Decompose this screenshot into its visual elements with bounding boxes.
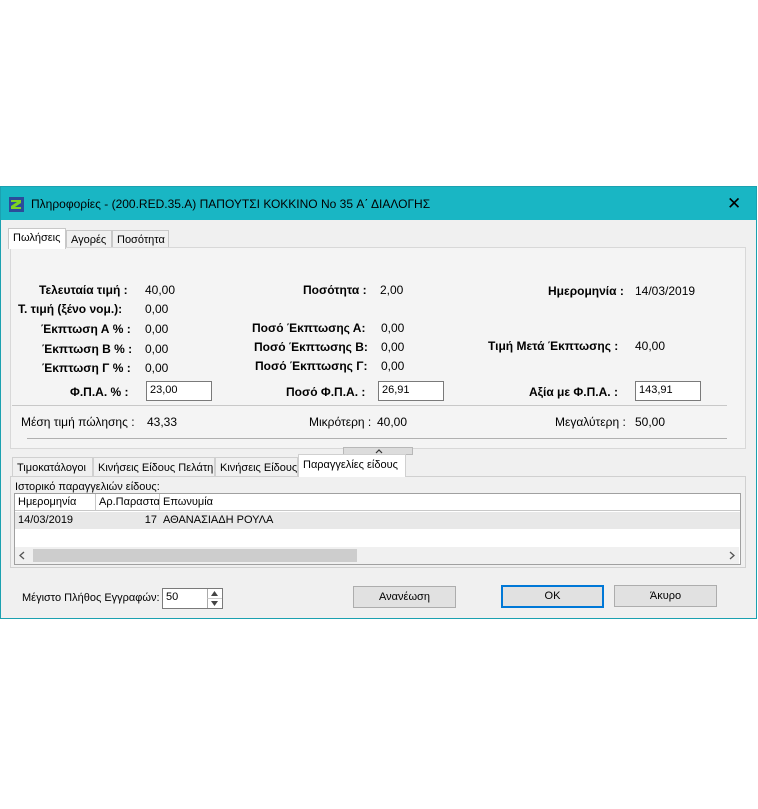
discount-amount-b-label: Ποσό Έκπτωσης Β:: [254, 340, 368, 354]
column-header-date[interactable]: Ημερομηνία: [15, 494, 96, 511]
table-row-cell-doc-no[interactable]: 17: [96, 512, 160, 529]
subtab-item-movements[interactable]: Κινήσεις Είδους: [215, 457, 298, 477]
close-button[interactable]: ✕: [712, 187, 756, 220]
value-with-vat-label: Αξία με Φ.Π.Α. :: [529, 385, 618, 399]
close-icon: ✕: [727, 194, 742, 213]
tab-sales[interactable]: Πωλήσεις: [8, 228, 66, 249]
column-header-name[interactable]: Επωνυμία: [160, 494, 740, 511]
date-label: Ημερομηνία :: [548, 284, 624, 298]
table-row-cell-date[interactable]: 14/03/2019: [15, 512, 96, 529]
ok-button[interactable]: OK: [501, 585, 604, 608]
tab-purchases[interactable]: Αγορές: [66, 230, 112, 248]
triangle-down-icon: [211, 601, 218, 606]
max-records-value: 50: [166, 591, 179, 603]
divider: [12, 405, 727, 406]
discount-amount-a-value: 0,00: [381, 321, 405, 335]
discount-amount-c-value: 0,00: [381, 359, 405, 373]
discount-b-value: 0,00: [145, 342, 169, 356]
max-price-label: Μεγαλύτερη :: [555, 415, 626, 429]
stepper-up-button[interactable]: [207, 589, 222, 599]
discount-a-value: 0,00: [145, 322, 169, 336]
min-price-value: 40,00: [377, 415, 408, 429]
vat-percent-label: Φ.Π.Α. % :: [70, 385, 129, 399]
info-dialog: Πληροφορίες - (200.RED.35.A) ΠΑΠΟΥΤΣΙ ΚΟ…: [0, 186, 757, 619]
discount-amount-b-value: 0,00: [381, 340, 405, 354]
chevron-left-icon[interactable]: [18, 551, 26, 560]
date-value: 14/03/2019: [635, 284, 696, 298]
discount-amount-c-label: Ποσό Έκπτωσης Γ:: [255, 359, 368, 373]
subtab-price-lists[interactable]: Τιμοκατάλογοι: [12, 457, 93, 477]
subtab-customer-item-movements[interactable]: Κινήσεις Είδους Πελάτη: [93, 457, 215, 477]
stepper-down-button[interactable]: [207, 599, 222, 608]
discount-amount-a-label: Ποσό Έκπτωσης Α:: [252, 321, 366, 335]
foreign-price-value: 0,00: [145, 302, 169, 316]
max-records-stepper[interactable]: 50: [162, 588, 223, 609]
subtab-item-orders[interactable]: Παραγγελίες είδους: [298, 454, 406, 477]
last-price-value: 40,00: [145, 283, 176, 297]
average-price-label: Μέση τιμή πώλησης :: [21, 415, 135, 429]
triangle-up-icon: [211, 591, 218, 596]
quantity-value: 2,00: [380, 283, 404, 297]
vat-amount-label: Ποσό Φ.Π.Α. :: [286, 385, 366, 399]
quantity-label: Ποσότητα :: [303, 283, 367, 297]
title-bar[interactable]: Πληροφορίες - (200.RED.35.A) ΠΑΠΟΥΤΣΙ ΚΟ…: [1, 187, 756, 220]
last-price-label: Τελευταία τιμή :: [39, 283, 128, 297]
column-header-doc-no[interactable]: Αρ.Παραστατ: [96, 494, 160, 511]
window-title: Πληροφορίες - (200.RED.35.A) ΠΑΠΟΥΤΣΙ ΚΟ…: [31, 197, 431, 211]
vat-amount-field[interactable]: 26,91: [378, 381, 444, 401]
average-price-value: 43,33: [147, 415, 178, 429]
discount-c-label: Έκπτωση Γ % :: [42, 361, 131, 375]
divider: [27, 438, 727, 439]
refresh-button[interactable]: Ανανέωση: [353, 586, 456, 608]
foreign-price-label: Τ. τιμή (ξένο νομ.):: [18, 302, 123, 316]
cancel-button[interactable]: Άκυρο: [614, 585, 717, 607]
discount-c-value: 0,00: [145, 361, 169, 375]
horizontal-scrollbar[interactable]: [15, 547, 739, 564]
price-after-discount-label: Τιμή Μετά Έκπτωσης :: [488, 339, 619, 353]
tab-quantity[interactable]: Ποσότητα: [112, 230, 169, 248]
min-price-label: Μικρότερη :: [309, 415, 372, 429]
table-row-cell-name[interactable]: ΑΘΑΝΑΣΙΑΔΗ ΡΟΥΛΑ: [160, 512, 740, 529]
max-price-value: 50,00: [635, 415, 666, 429]
discount-b-label: Έκπτωση Β % :: [42, 342, 133, 356]
max-records-label: Μέγιστο Πλήθος Εγγραφών:: [22, 592, 160, 604]
vat-percent-field[interactable]: 23,00: [146, 381, 212, 401]
value-with-vat-field[interactable]: 143,91: [635, 381, 701, 401]
orders-caption: Ιστορικό παραγγελιών είδους:: [15, 481, 160, 493]
chevron-right-icon[interactable]: [728, 551, 736, 560]
discount-a-label: Έκπτωση Α % :: [41, 322, 131, 336]
price-after-discount-value: 40,00: [635, 339, 666, 353]
app-logo-icon: [9, 197, 24, 212]
scrollbar-thumb[interactable]: [33, 549, 357, 562]
